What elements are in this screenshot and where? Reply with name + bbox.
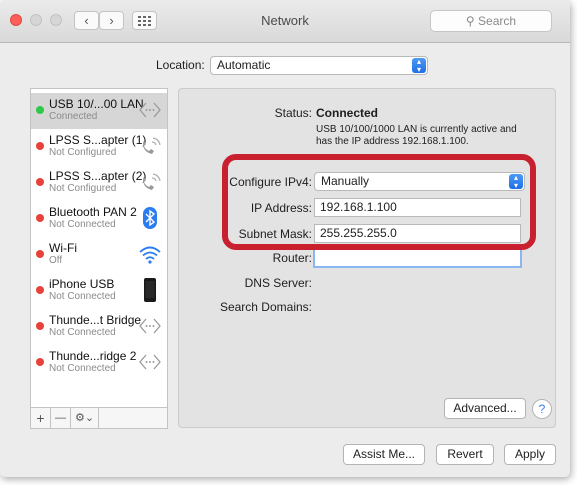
service-item[interactable]: Wi-Fi Off [31,237,167,273]
service-status: Not Connected [49,327,116,338]
search-placeholder: Search [478,14,517,28]
search-domains-label: Search Domains: [219,300,312,314]
service-status: Not Connected [49,219,116,230]
annotation-highlight-box [222,154,536,250]
status-dot [36,322,44,330]
search-icon: ⚲ [465,14,475,28]
dns-server-label: DNS Server: [244,276,312,290]
service-item[interactable]: LPSS S...apter (2) Not Configured [31,165,167,201]
service-name: Thunde...t Bridge [49,313,142,327]
status-value: Connected [316,106,379,120]
service-name: Wi-Fi [49,241,77,255]
status-dot [36,142,44,150]
service-item[interactable]: iPhone USB Not Connected [31,273,167,309]
phone-icon [137,133,163,159]
add-service-button[interactable]: + [31,408,51,428]
service-status: Not Configured [49,183,117,194]
chevron-updown-icon: ▴ ▾ [412,58,426,74]
status-dot [36,250,44,258]
title-bar: ‹ › Network ⚲ Search [0,0,570,43]
phone-icon [137,169,163,195]
service-item[interactable]: Bluetooth PAN 2 Not Connected [31,201,167,237]
service-status: Connected [49,111,98,122]
service-name: LPSS S...apter (2) [49,169,147,183]
router-label: Router: [272,251,312,265]
service-status: Not Connected [49,363,116,374]
remove-service-button[interactable]: — [51,408,71,428]
service-item[interactable]: Thunde...ridge 2 Not Connected [31,345,167,381]
ethernet-icon [137,97,163,123]
service-list[interactable]: USB 10/...00 LAN Connected LPSS S...apter … [30,88,168,408]
network-window: ‹ › Network ⚲ Search Location: Automatic… [0,0,570,477]
status-dot [36,106,44,114]
wifi-icon [137,241,163,267]
service-name: Bluetooth PAN 2 [49,205,137,219]
service-item[interactable]: USB 10/...00 LAN Connected [31,93,167,129]
action-menu-button[interactable]: ⚙⌄ [71,408,99,428]
location-value: Automatic [217,58,271,72]
detail-panel: Status: Connected USB 10/100/1000 LAN is… [178,88,556,428]
bluetooth-icon [137,205,163,231]
revert-button[interactable]: Revert [436,444,494,465]
advanced-button[interactable]: Advanced... [444,398,526,419]
service-name: LPSS S...apter (1) [49,133,147,147]
ethernet-icon [137,313,163,339]
status-dot [36,178,44,186]
service-status: Not Configured [49,147,117,158]
iphone-icon [137,277,163,303]
apply-button[interactable]: Apply [504,444,556,465]
router-field[interactable] [313,247,522,268]
search-field[interactable]: ⚲ Search [430,10,552,32]
status-dot [36,358,44,366]
status-description-1: USB 10/100/1000 LAN is currently active … [316,124,517,135]
service-name: Thunde...ridge 2 [49,349,137,363]
service-name: iPhone USB [49,277,115,291]
service-name: USB 10/...00 LAN [49,97,144,111]
status-label: Status: [274,106,312,120]
assist-me-button[interactable]: Assist Me... [343,444,425,465]
service-item[interactable]: LPSS S...apter (1) Not Configured [31,129,167,165]
service-list-toolbar: + — ⚙⌄ [30,407,168,429]
location-popup[interactable]: Automatic ▴ ▾ [210,56,428,75]
service-status: Not Connected [49,291,116,302]
service-item[interactable]: Thunde...t Bridge Not Connected [31,309,167,345]
status-dot [36,286,44,294]
ethernet-icon [137,349,163,375]
location-label: Location: [156,58,205,72]
help-button[interactable]: ? [532,399,552,419]
status-dot [36,214,44,222]
status-description-2: has the IP address 192.168.1.100. [316,136,469,147]
service-status: Off [49,255,63,266]
